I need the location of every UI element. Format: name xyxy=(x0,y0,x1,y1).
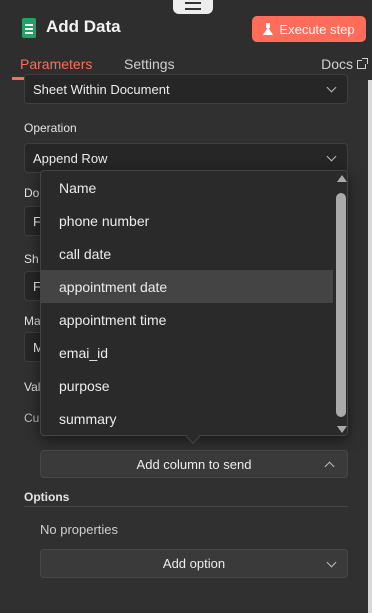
dropdown-option-call-date[interactable]: call date xyxy=(41,237,333,270)
flask-icon xyxy=(263,23,274,35)
dropdown-option-name[interactable]: Name xyxy=(41,171,333,204)
column-dropdown: Name phone number call date appointment … xyxy=(40,170,348,436)
dropdown-option-purpose[interactable]: purpose xyxy=(41,369,333,402)
docs-label: Docs xyxy=(321,56,353,72)
scroll-down-icon[interactable] xyxy=(337,426,347,433)
values-label: Val xyxy=(24,380,40,394)
scroll-thumb[interactable] xyxy=(336,193,346,417)
node-header: Add Data Execute step Parameters Setting… xyxy=(0,0,372,80)
dropdown-option-appointment-time[interactable]: appointment time xyxy=(41,303,333,336)
external-link-icon xyxy=(357,57,368,69)
dropdown-option-phone-number[interactable]: phone number xyxy=(41,204,333,237)
chevron-down-icon xyxy=(326,557,337,568)
dropdown-option-appointment-date[interactable]: appointment date xyxy=(41,270,333,303)
sheet-label: Sh xyxy=(24,252,39,266)
chevron-down-icon xyxy=(326,151,337,162)
sheet-within-document-select[interactable]: Sheet Within Document xyxy=(24,74,348,104)
execute-step-label: Execute step xyxy=(279,21,355,37)
dropdown-option-summary[interactable]: summary xyxy=(41,402,333,435)
chevron-down-icon xyxy=(326,82,337,93)
google-sheets-icon xyxy=(22,18,36,38)
options-divider xyxy=(24,506,348,507)
node-title[interactable]: Add Data xyxy=(46,17,121,37)
dropdown-option-emai-id[interactable]: emai_id xyxy=(41,336,333,369)
add-column-to-send-button[interactable]: Add column to send xyxy=(40,450,348,478)
add-option-label: Add option xyxy=(162,556,226,571)
no-properties-text: No properties xyxy=(40,522,119,537)
side-strip xyxy=(368,80,372,613)
sheet-within-document-value: Sheet Within Document xyxy=(33,81,170,97)
dropdown-scrollbar[interactable] xyxy=(333,171,347,435)
tab-settings[interactable]: Settings xyxy=(124,56,175,72)
operation-value: Append Row xyxy=(33,150,108,166)
docs-link[interactable]: Docs xyxy=(321,56,368,72)
add-column-label: Add column to send xyxy=(136,456,252,472)
operation-label: Operation xyxy=(24,121,77,135)
document-label: Do xyxy=(24,186,40,200)
custom-label: Cu xyxy=(24,411,40,425)
operation-select[interactable]: Append Row xyxy=(24,143,348,173)
chevron-up-icon xyxy=(324,461,335,472)
execute-step-button[interactable]: Execute step xyxy=(252,16,366,42)
add-option-button[interactable]: Add option xyxy=(40,549,348,578)
drag-handle-icon[interactable] xyxy=(173,0,213,14)
tab-parameters[interactable]: Parameters xyxy=(20,56,92,72)
scroll-up-icon[interactable] xyxy=(337,175,347,182)
options-heading: Options xyxy=(24,490,70,504)
mapping-label: Ma xyxy=(24,314,40,328)
